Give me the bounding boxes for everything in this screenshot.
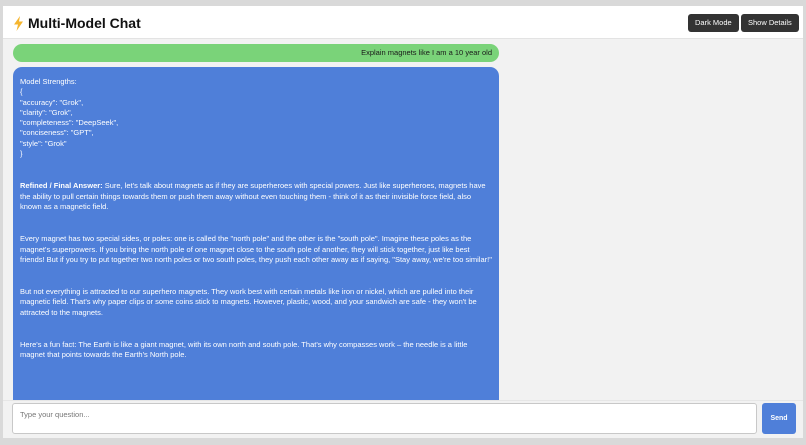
page-title: Multi-Model Chat xyxy=(28,15,141,31)
question-input[interactable] xyxy=(12,403,757,434)
strengths-line: "accuracy": "Grok", xyxy=(20,97,84,107)
lightning-bolt-icon xyxy=(14,15,23,31)
header: Multi-Model Chat Dark Mode Show Details xyxy=(3,6,803,39)
app-window: Multi-Model Chat Dark Mode Show Details … xyxy=(3,6,803,438)
title-wrap: Multi-Model Chat xyxy=(13,14,141,32)
send-button[interactable]: Send xyxy=(762,403,796,434)
answer-paragraph: Every magnet has two special sides, or p… xyxy=(20,234,492,264)
input-bar: Send xyxy=(3,400,803,438)
user-message: Explain magnets like I am a 10 year old xyxy=(13,44,499,62)
chat-area[interactable]: Explain magnets like I am a 10 year old … xyxy=(13,44,499,400)
strengths-line: "conciseness": "GPT", xyxy=(20,128,94,138)
answer-paragraph: But not everything is attracted to our s… xyxy=(20,287,477,317)
strengths-line: "completeness": "DeepSeek", xyxy=(20,118,119,128)
strengths-line: "style": "Grok" xyxy=(20,138,67,148)
dark-mode-button[interactable]: Dark Mode xyxy=(688,14,739,32)
strengths-line: { xyxy=(20,87,23,97)
strengths-line: } xyxy=(20,149,23,159)
bot-message: Model Strengths: { "accuracy": "Grok", "… xyxy=(13,67,499,400)
strengths-heading: Model Strengths: xyxy=(20,77,77,86)
answer-paragraph: Here's a fun fact: The Earth is like a g… xyxy=(20,340,468,360)
strengths-line: "clarity": "Grok", xyxy=(20,107,73,117)
final-answer: Refined / Final Answer: Sure, let's talk… xyxy=(20,181,492,212)
final-answer-label: Refined / Final Answer: xyxy=(20,181,103,191)
show-details-button[interactable]: Show Details xyxy=(741,14,799,32)
